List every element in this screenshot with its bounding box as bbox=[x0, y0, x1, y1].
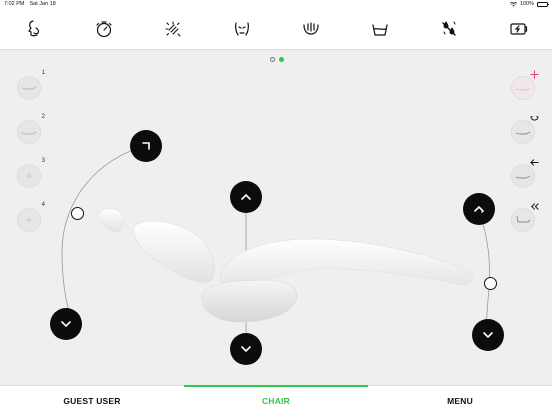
chair-position-icon bbox=[515, 87, 531, 91]
chair-down-button[interactable] bbox=[230, 333, 262, 365]
spittoon-icon[interactable] bbox=[301, 19, 321, 39]
chair-position-icon bbox=[516, 215, 531, 223]
plus-icon: + bbox=[25, 169, 33, 183]
status-bar: 7:02 PM Sat Jan 18 100% bbox=[0, 0, 552, 10]
rinse-position-button[interactable] bbox=[511, 116, 539, 144]
legrest-arc-track bbox=[477, 207, 490, 335]
cup-icon[interactable] bbox=[370, 19, 390, 39]
page-dot-2[interactable] bbox=[279, 57, 284, 62]
memory-position-1-button[interactable]: 1 bbox=[17, 70, 45, 100]
memory-position-number: 3 bbox=[41, 158, 45, 164]
legrest-down-button[interactable] bbox=[472, 319, 504, 351]
memory-position-number: 4 bbox=[41, 202, 45, 208]
memory-position-2-button[interactable]: 2 bbox=[17, 114, 45, 144]
backrest-down-button[interactable] bbox=[50, 308, 82, 340]
legrest-up-button[interactable] bbox=[463, 193, 495, 225]
rinse-position-icon bbox=[530, 116, 539, 121]
chair-position-icon bbox=[515, 175, 531, 179]
memory-position-4-button[interactable]: 4 + bbox=[17, 202, 45, 232]
chevron-up-icon bbox=[241, 193, 251, 200]
plus-icon: + bbox=[25, 213, 33, 227]
legrest-handle[interactable] bbox=[484, 277, 497, 290]
timer-icon[interactable] bbox=[94, 19, 114, 39]
water-spray-icon[interactable] bbox=[439, 19, 459, 39]
mouth-icon[interactable] bbox=[232, 19, 252, 39]
zero-position-button[interactable] bbox=[511, 203, 539, 232]
memory-position-3-button[interactable]: 3 + bbox=[17, 158, 45, 188]
chevron-down-icon bbox=[61, 321, 71, 328]
headrest bbox=[97, 208, 124, 233]
chair-base bbox=[201, 279, 298, 323]
add-position-button[interactable] bbox=[511, 70, 539, 100]
backrest-up-button[interactable] bbox=[130, 130, 162, 162]
backrest-tilt-handle[interactable] bbox=[71, 207, 84, 220]
chevron-down-icon bbox=[241, 346, 251, 353]
top-toolbar bbox=[0, 10, 552, 50]
power-settings-icon[interactable] bbox=[508, 19, 528, 39]
last-position-icon bbox=[530, 159, 539, 166]
battery-percent: 100% bbox=[519, 1, 534, 7]
wifi-icon bbox=[509, 1, 517, 7]
patient-face-icon[interactable] bbox=[25, 19, 45, 39]
memory-position-number: 1 bbox=[41, 70, 45, 76]
zero-position-icon bbox=[531, 203, 539, 210]
memory-position-number: 2 bbox=[41, 114, 45, 120]
chair-position-icon bbox=[515, 131, 531, 135]
bottom-navigation: GUEST USER CHAIR MENU bbox=[0, 385, 552, 414]
backrest bbox=[133, 220, 215, 283]
tab-chair[interactable]: CHAIR bbox=[184, 386, 368, 414]
chevron-down-icon bbox=[483, 332, 493, 339]
seat-and-legrest bbox=[219, 238, 473, 293]
battery-icon bbox=[537, 1, 549, 7]
chair-up-button[interactable] bbox=[230, 181, 262, 213]
tab-menu[interactable]: MENU bbox=[368, 386, 552, 414]
status-date: Sat Jan 18 bbox=[29, 1, 56, 7]
last-position-button[interactable] bbox=[511, 159, 539, 188]
arrow-up-right-icon bbox=[142, 142, 150, 150]
chair-position-icon bbox=[21, 86, 37, 90]
add-position-icon bbox=[530, 70, 539, 79]
arrow-up-left-icon bbox=[474, 205, 484, 213]
backrest-arc-track bbox=[61, 145, 147, 323]
page-dot-1[interactable] bbox=[270, 57, 275, 62]
tab-guest-user[interactable]: GUEST USER bbox=[0, 386, 184, 414]
status-time: 7:02 PM bbox=[4, 1, 25, 7]
page-indicator bbox=[270, 57, 284, 62]
chair-position-icon bbox=[21, 131, 37, 135]
light-icon[interactable] bbox=[163, 19, 183, 39]
